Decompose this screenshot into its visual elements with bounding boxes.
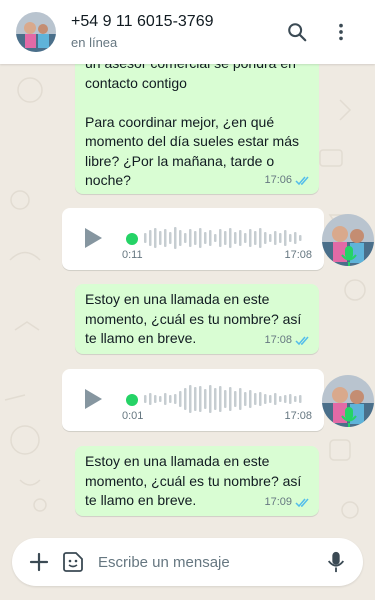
voice-record-button[interactable] bbox=[319, 545, 353, 579]
plus-icon bbox=[29, 552, 49, 572]
read-ticks-icon bbox=[295, 336, 309, 345]
attach-button[interactable] bbox=[22, 545, 56, 579]
incoming-voice-message[interactable]: 0:01 17:08 bbox=[62, 369, 374, 431]
play-icon[interactable] bbox=[82, 227, 104, 249]
contact-info[interactable]: +54 9 11 6015-3769 en línea bbox=[71, 12, 275, 52]
play-icon[interactable] bbox=[82, 388, 104, 410]
message-time: 17:06 bbox=[264, 173, 292, 186]
microphone-badge-icon bbox=[341, 407, 357, 427]
contact-status: en línea bbox=[71, 35, 118, 50]
contact-avatar[interactable] bbox=[16, 12, 56, 52]
search-button[interactable] bbox=[275, 10, 319, 54]
message-time: 17:09 bbox=[264, 495, 292, 508]
message-meta: 17:06 bbox=[264, 171, 311, 191]
message-time: 17:08 bbox=[264, 333, 292, 346]
menu-button[interactable] bbox=[319, 10, 363, 54]
message-meta: 17:08 bbox=[264, 331, 311, 351]
outgoing-message[interactable]: Estoy en una llamada en este momento, ¿c… bbox=[75, 284, 319, 354]
playback-position-dot[interactable] bbox=[126, 233, 138, 245]
playback-position-dot[interactable] bbox=[126, 394, 138, 406]
sticker-icon bbox=[63, 552, 83, 572]
message-composer bbox=[12, 538, 363, 586]
message-input[interactable] bbox=[90, 553, 319, 571]
chat-header: +54 9 11 6015-3769 en línea bbox=[0, 0, 375, 64]
message-meta: 17:09 bbox=[264, 493, 311, 513]
read-ticks-icon bbox=[295, 176, 309, 185]
microphone-badge-icon bbox=[341, 246, 357, 266]
read-ticks-icon bbox=[295, 498, 309, 507]
search-icon bbox=[288, 23, 307, 42]
voice-duration: 0:01 bbox=[122, 410, 144, 422]
outgoing-message[interactable]: un asesor comercial se pondrá en contact… bbox=[75, 64, 319, 194]
microphone-icon bbox=[327, 551, 345, 573]
outgoing-message[interactable]: Estoy en una llamada en este momento, ¿c… bbox=[75, 446, 319, 516]
message-list[interactable]: un asesor comercial se pondrá en contact… bbox=[0, 64, 375, 524]
message-time: 17:08 bbox=[284, 249, 312, 261]
sticker-button[interactable] bbox=[56, 545, 90, 579]
contact-name: +54 9 11 6015-3769 bbox=[71, 13, 214, 30]
more-vertical-icon bbox=[339, 23, 343, 41]
voice-duration: 0:11 bbox=[122, 249, 143, 261]
incoming-voice-message[interactable]: 0:11 17:08 bbox=[62, 208, 374, 270]
message-time: 17:08 bbox=[284, 410, 312, 422]
